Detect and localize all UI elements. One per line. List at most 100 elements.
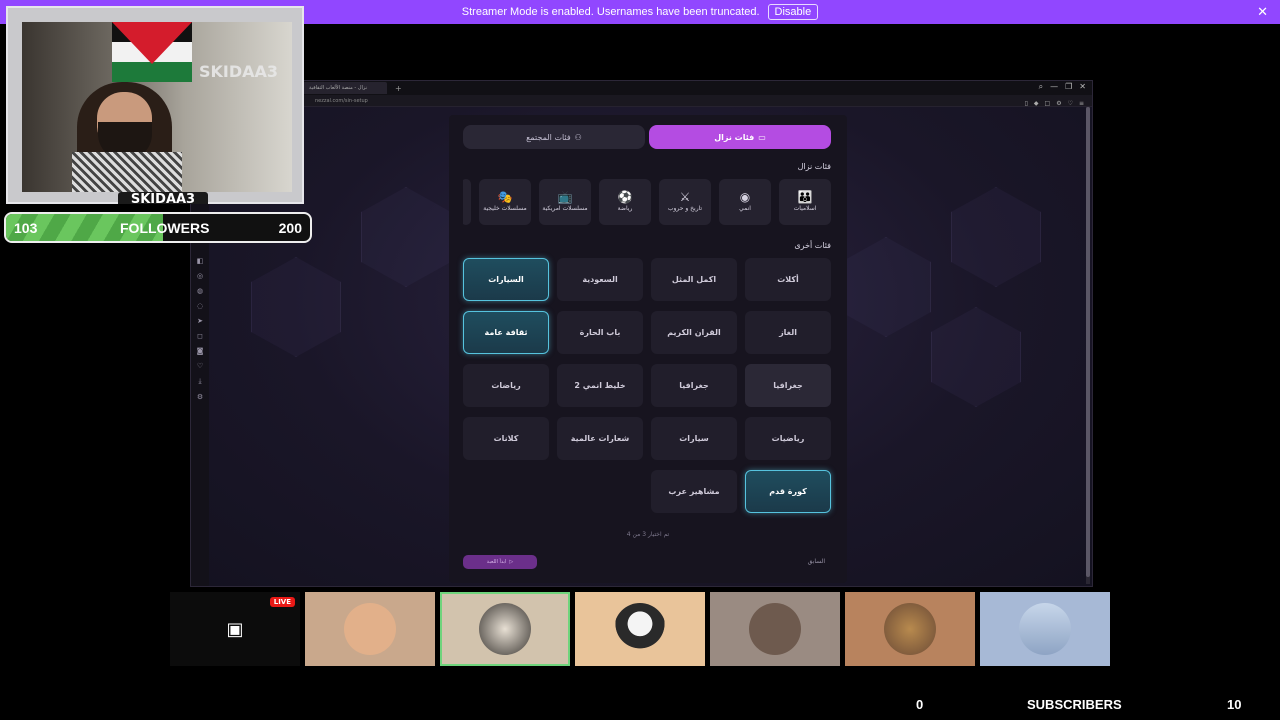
wall-logo-text: SKIDAA3	[198, 62, 278, 81]
category-option-selected[interactable]: السيارات	[463, 258, 549, 301]
menu-icon[interactable]: ≡	[1079, 100, 1084, 107]
category-tabs: فئات المجتمع ⚇ فئات نزال ▭	[463, 125, 831, 149]
category-grid: أكلات اكمل المثل السعودية السيارات الغاز…	[463, 258, 831, 513]
tab-bar: نزال - منصة الألعاب الثقافية +	[191, 81, 1092, 95]
hex-decoration	[251, 257, 341, 357]
category-option[interactable]: شعارات عالمية	[557, 417, 643, 460]
tab-nazal-categories[interactable]: فئات نزال ▭	[649, 125, 831, 149]
category-option[interactable]: باب الحارة	[557, 311, 643, 354]
nazal-label: فئات نزال	[714, 132, 755, 142]
maximize-icon[interactable]: ❐	[1065, 82, 1072, 92]
category-option[interactable]: رياضات	[463, 364, 549, 407]
minimize-icon[interactable]: —	[1050, 82, 1058, 92]
settings-icon[interactable]: ⚙	[1056, 100, 1061, 107]
address-bar[interactable]: nezzal.com/sin-setup	[191, 95, 1092, 107]
category-option[interactable]: خليط انمي 2	[557, 364, 643, 407]
participant-tile[interactable]	[845, 592, 975, 666]
screen: Streamer Mode is enabled. Usernames have…	[0, 0, 1280, 720]
heart-icon[interactable]: ♡	[197, 362, 203, 370]
disable-streamer-mode-button[interactable]: Disable	[767, 4, 819, 20]
telegram-icon[interactable]: ➤	[197, 317, 203, 325]
previous-button[interactable]: السابق	[808, 558, 825, 565]
category-option[interactable]: اكمل المثل	[651, 258, 737, 301]
tab-community-categories[interactable]: فئات المجتمع ⚇	[463, 125, 645, 149]
followers-label: FOLLOWERS	[120, 220, 210, 236]
ball-icon: ⚽	[617, 190, 633, 205]
toolbar-icons: ▯ ◆ □ ⚙ ♡ ≡	[1025, 100, 1084, 107]
shield-icon[interactable]: ◆	[1034, 100, 1039, 107]
screen-share-tile[interactable]: ▣ LIVE	[170, 592, 300, 666]
category-option-hovered[interactable]: جغرافيا	[745, 364, 831, 407]
download-icon[interactable]: ⤓	[198, 377, 201, 386]
category-card[interactable]: ◉ انمي	[719, 179, 771, 225]
folder-icon: ▭	[758, 132, 766, 142]
category-option[interactable]: السعودية	[557, 258, 643, 301]
avatar	[614, 603, 666, 655]
hex-decoration	[931, 307, 1021, 407]
extension-icon[interactable]: ▯	[1025, 100, 1028, 107]
bag-icon[interactable]: ◧	[197, 257, 204, 265]
messenger-icon[interactable]: ◍	[197, 287, 203, 295]
category-card-label: مسلسلات امريكية	[542, 205, 588, 213]
category-option[interactable]: سيارات	[651, 417, 737, 460]
participant-tile-active[interactable]	[440, 592, 570, 666]
avatar	[1019, 603, 1071, 655]
participant-tile[interactable]	[980, 592, 1110, 666]
nazal-section-title: فئات نزال	[797, 162, 831, 171]
category-card-label: انمي	[739, 205, 751, 213]
swords-icon: ⚔	[679, 190, 691, 205]
instagram-icon[interactable]: ◻	[197, 332, 203, 340]
subscribers-goal: 10	[1227, 697, 1242, 712]
category-card-partial[interactable]	[463, 179, 471, 225]
hex-decoration	[841, 237, 931, 337]
participant-tile[interactable]	[575, 592, 705, 666]
category-card[interactable]: 👪 اسلاميات	[779, 179, 831, 225]
category-option[interactable]: مشاهير عرب	[651, 470, 737, 513]
chat-icon[interactable]: ◎	[197, 272, 203, 280]
browser-tab[interactable]: نزال - منصة الألعاب الثقافية	[303, 82, 387, 94]
community-label: فئات المجتمع	[526, 132, 571, 142]
webcam-frame: SKIDAA3 SKIDAA3	[6, 6, 304, 204]
category-card[interactable]: 🎭 مسلسلات خليجية	[479, 179, 531, 225]
category-card[interactable]: ⚽ رياضة	[599, 179, 651, 225]
window-controls: ⌕ — ❐ ✕	[1039, 82, 1086, 92]
scrollbar-thumb[interactable]	[1086, 107, 1090, 577]
category-option[interactable]: جغرافيا	[651, 364, 737, 407]
category-card[interactable]: ⚔ تاريخ و حروب	[659, 179, 711, 225]
bookmark-icon[interactable]: □	[1045, 100, 1051, 107]
close-icon[interactable]: ✕	[1257, 4, 1268, 20]
live-badge: LIVE	[269, 597, 295, 607]
browser-window: نزال - منصة الألعاب الثقافية + ⌕ — ❐ ✕ n…	[190, 80, 1093, 587]
category-card-label: تاريخ و حروب	[667, 205, 703, 213]
participant-tile[interactable]	[305, 592, 435, 666]
new-tab-icon[interactable]: +	[395, 84, 402, 93]
family-icon: 👪	[797, 190, 813, 205]
category-option[interactable]: رياضيات	[745, 417, 831, 460]
avatar	[344, 603, 396, 655]
category-card-label: اسلاميات	[793, 205, 817, 213]
start-label: ابدأ اللعبة	[486, 559, 507, 565]
heart-icon[interactable]: ♡	[1068, 100, 1073, 107]
discord-icon[interactable]: ◙	[197, 347, 204, 355]
category-option[interactable]: الغاز	[745, 311, 831, 354]
scrollbar[interactable]	[1086, 107, 1090, 584]
tv-icon: 📺	[557, 190, 573, 205]
anime-icon: ◉	[739, 190, 751, 205]
url-text[interactable]: nezzal.com/sin-setup	[315, 98, 368, 104]
settings-icon[interactable]: ⚙	[197, 393, 203, 401]
participant-tile[interactable]	[710, 592, 840, 666]
subscribers-current: 0	[916, 697, 924, 712]
start-game-button[interactable]: ابدأ اللعبة ▷	[463, 555, 537, 569]
category-panel: فئات المجتمع ⚇ فئات نزال ▭ فئات نزال 🎭 م…	[449, 115, 847, 583]
category-option-selected[interactable]: كورة قدم	[745, 470, 831, 513]
search-icon[interactable]: ⌕	[1039, 82, 1043, 92]
keffiyeh	[72, 152, 182, 192]
close-window-icon[interactable]: ✕	[1079, 82, 1086, 92]
category-option[interactable]: كلانات	[463, 417, 549, 460]
palestine-flag	[112, 22, 192, 82]
category-option[interactable]: أكلات	[745, 258, 831, 301]
category-card[interactable]: 📺 مسلسلات امريكية	[539, 179, 591, 225]
whatsapp-icon[interactable]: ◌	[197, 302, 203, 310]
category-option-selected[interactable]: ثقافة عامة	[463, 311, 549, 354]
category-option[interactable]: القران الكريم	[651, 311, 737, 354]
